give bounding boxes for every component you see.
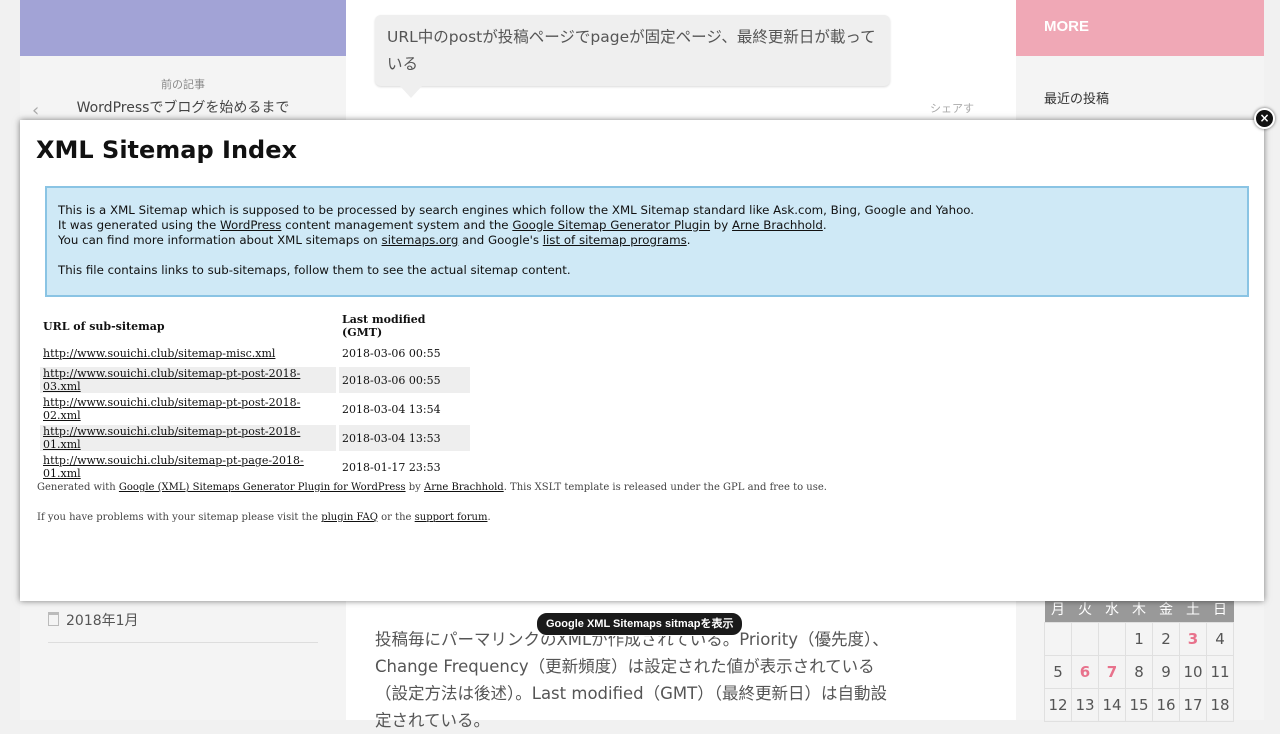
- intro-text: and Google's: [458, 233, 543, 247]
- sitemap-programs-link[interactable]: list of sitemap programs: [543, 233, 687, 247]
- cal-day: [1098, 622, 1126, 656]
- modified-cell: 2018-03-06 00:55: [339, 367, 470, 393]
- footer-text: Generated with: [37, 482, 119, 493]
- modified-cell: 2018-03-06 00:55: [342, 346, 441, 360]
- sitemaps-org-link[interactable]: sitemaps.org: [382, 233, 459, 247]
- footer-text: If you have problems with your sitemap p…: [37, 512, 322, 523]
- close-icon[interactable]: ×: [1254, 108, 1275, 129]
- cal-day: 13: [1071, 688, 1099, 722]
- generator-plugin-link[interactable]: Google (XML) Sitemaps Generator Plugin f…: [119, 482, 406, 493]
- archive-item[interactable]: 2018年1月: [48, 610, 318, 643]
- cal-day: 2: [1152, 622, 1180, 656]
- sitemap-url-link[interactable]: http://www.souichi.club/sitemap-misc.xml: [43, 347, 275, 360]
- sitemap-url-link[interactable]: http://www.souichi.club/sitemap-pt-post-…: [43, 425, 300, 451]
- calendar-widget: 月 火 水 木 金 土 日 1 2 3 4 5 6 7 8 9 10 11 12: [1044, 596, 1234, 722]
- sitemap-footer-generated: Generated with Google (XML) Sitemaps Gen…: [37, 482, 827, 493]
- caption-text: URL中のpostが投稿ページでpageが固定ページ、最終更新日が載っている: [387, 28, 876, 73]
- prev-post-link[interactable]: WordPressでブログを始めるまで: [20, 97, 346, 117]
- cal-day: 16: [1152, 688, 1180, 722]
- cal-day: 15: [1125, 688, 1153, 722]
- url-cell: http://www.souichi.club/sitemap-misc.xml: [40, 342, 336, 364]
- intro-line: This file contains links to sub-sitemaps…: [58, 263, 571, 277]
- intro-line: It was generated using the WordPress con…: [58, 218, 1236, 233]
- intro-text: It was generated using the: [58, 218, 221, 232]
- footer-author-link[interactable]: Arne Brachhold: [424, 482, 504, 493]
- intro-text: content management system and the: [281, 218, 513, 232]
- table-row: http://www.souichi.club/sitemap-misc.xml…: [40, 342, 470, 364]
- column-header-url: URL of sub-sitemap: [43, 319, 165, 333]
- intro-text: You can find more information about XML …: [58, 233, 382, 247]
- footer-text: or the: [377, 512, 415, 523]
- intro-line: This is a XML Sitemap which is supposed …: [58, 203, 975, 217]
- plugin-link[interactable]: Google Sitemap Generator Plugin: [512, 218, 710, 232]
- cal-day: 14: [1098, 688, 1126, 722]
- cal-day: 1: [1125, 622, 1153, 656]
- cal-day: [1044, 622, 1072, 656]
- cal-day-link[interactable]: 7: [1098, 655, 1126, 689]
- calendar-icon: [48, 612, 59, 626]
- table-row: http://www.souichi.club/sitemap-pt-post-…: [40, 367, 470, 393]
- modified-cell: 2018-03-04 13:53: [339, 425, 470, 451]
- more-heading: MORE: [1044, 18, 1089, 35]
- intro-text: .: [686, 233, 691, 247]
- sitemap-url-link[interactable]: http://www.souichi.club/sitemap-pt-page-…: [43, 454, 304, 480]
- cal-day: 17: [1179, 688, 1207, 722]
- caption-bubble: URL中のpostが投稿ページでpageが固定ページ、最終更新日が載っている: [375, 15, 890, 86]
- cal-day-link[interactable]: 6: [1071, 655, 1099, 689]
- intro-text: by: [710, 218, 733, 232]
- intro-line: You can find more information about XML …: [58, 233, 1236, 248]
- cal-day: 9: [1152, 655, 1180, 689]
- author-link[interactable]: Arne Brachhold: [732, 218, 823, 232]
- intro-text: .: [822, 218, 827, 232]
- url-cell: http://www.souichi.club/sitemap-pt-post-…: [40, 425, 336, 451]
- cal-day: 5: [1044, 655, 1072, 689]
- image-caption-tooltip: Google XML Sitemaps sitmapを表示: [536, 612, 744, 636]
- plugin-faq-link[interactable]: plugin FAQ: [321, 512, 378, 523]
- wordpress-link[interactable]: WordPress: [220, 218, 281, 232]
- sitemap-url-link[interactable]: http://www.souichi.club/sitemap-pt-post-…: [43, 396, 300, 422]
- column-header-modified: Last modified (GMT): [342, 313, 426, 339]
- table-row: http://www.souichi.club/sitemap-pt-post-…: [40, 425, 470, 451]
- sitemap-footer-help: If you have problems with your sitemap p…: [37, 512, 491, 523]
- table-row: http://www.souichi.club/sitemap-pt-page-…: [40, 454, 470, 480]
- archive-item-label: 2018年1月: [66, 613, 139, 629]
- footer-text: . This XSLT template is released under t…: [503, 482, 827, 493]
- cal-day: 11: [1206, 655, 1234, 689]
- sub-sitemap-table: URL of sub-sitemap Last modified (GMT) h…: [37, 310, 473, 483]
- footer-text: by: [405, 482, 424, 493]
- cal-day: 8: [1125, 655, 1153, 689]
- support-forum-link[interactable]: support forum: [415, 512, 488, 523]
- left-sidebar-header: [20, 0, 346, 56]
- recent-posts-link[interactable]: 最近の投稿: [1044, 88, 1109, 107]
- caption-bubble-tail: [400, 86, 422, 98]
- cal-day: 10: [1179, 655, 1207, 689]
- url-cell: http://www.souichi.club/sitemap-pt-post-…: [40, 396, 336, 422]
- sitemap-lightbox: XML Sitemap Index This is a XML Sitemap …: [20, 120, 1264, 601]
- sitemap-intro-box: This is a XML Sitemap which is supposed …: [45, 186, 1249, 297]
- url-cell: http://www.souichi.club/sitemap-pt-post-…: [40, 367, 336, 393]
- cal-day: [1071, 622, 1099, 656]
- table-row: http://www.souichi.club/sitemap-pt-post-…: [40, 396, 470, 422]
- share-label: シェアす: [930, 102, 974, 115]
- modified-cell: 2018-03-04 13:54: [342, 402, 441, 416]
- cal-day: 12: [1044, 688, 1072, 722]
- url-cell: http://www.souichi.club/sitemap-pt-page-…: [40, 454, 336, 480]
- cal-day: 18: [1206, 688, 1234, 722]
- cal-day: 4: [1206, 622, 1234, 656]
- prev-post-label: 前の記事: [161, 78, 205, 91]
- footer-text: .: [487, 512, 491, 523]
- article-body: 投稿毎にパーマリンクのXMLが作成されている。Priority（優先度）、Cha…: [375, 630, 889, 730]
- modified-cell: 2018-01-17 23:53: [342, 460, 441, 474]
- cal-day-link[interactable]: 3: [1179, 622, 1207, 656]
- sitemap-url-link[interactable]: http://www.souichi.club/sitemap-pt-post-…: [43, 367, 300, 393]
- sitemap-title: XML Sitemap Index: [36, 136, 297, 164]
- intro-spacer: [58, 248, 1236, 263]
